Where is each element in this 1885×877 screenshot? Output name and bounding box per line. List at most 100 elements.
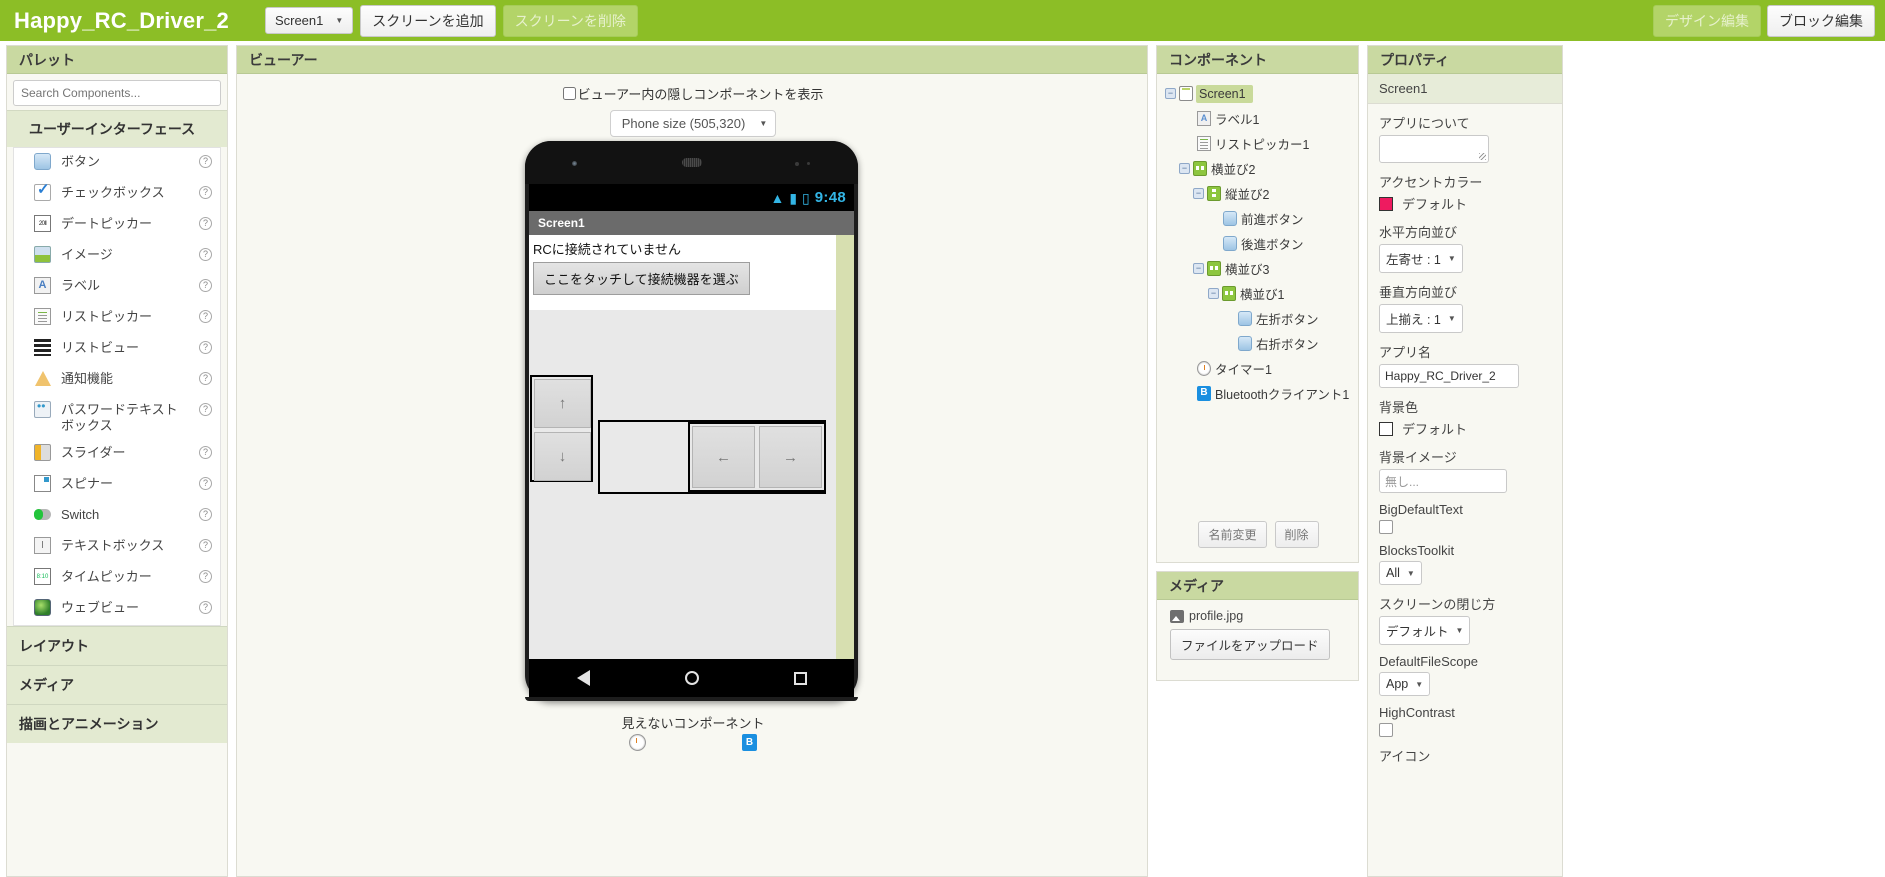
palette-item-image[interactable]: イメージ ? bbox=[14, 241, 220, 272]
screen-selector[interactable]: Screen1 ▼ bbox=[264, 7, 354, 34]
app-name-input[interactable] bbox=[1379, 364, 1519, 388]
search-input[interactable] bbox=[13, 80, 221, 106]
chevron-down-icon: ▼ bbox=[1406, 568, 1415, 578]
show-hidden-components-checkbox[interactable] bbox=[562, 87, 576, 100]
big-default-text-checkbox[interactable] bbox=[1379, 520, 1393, 534]
component-left-turn-button[interactable]: ← bbox=[692, 426, 755, 488]
tab-blocks[interactable]: ブロック編集 bbox=[1767, 4, 1875, 37]
component-vertical-arrangement2[interactable]: ↑ ↓ bbox=[530, 375, 593, 482]
clock-icon[interactable] bbox=[629, 734, 646, 751]
palette-category-media[interactable]: メディア bbox=[7, 665, 227, 704]
palette-category-layout[interactable]: レイアウト bbox=[7, 626, 227, 665]
upload-file-button[interactable]: ファイルをアップロード bbox=[1170, 629, 1330, 660]
tree-node-bluetooth-client1[interactable]: B Bluetoothクライアント1 bbox=[1161, 381, 1354, 406]
tree-node-horizontal-arrangement3[interactable]: − 横並び3 bbox=[1161, 256, 1354, 281]
prop-label-background-image: 背景イメージ bbox=[1379, 450, 1457, 465]
nav-back-icon[interactable] bbox=[576, 670, 590, 686]
help-icon[interactable]: ? bbox=[199, 570, 212, 583]
help-icon[interactable]: ? bbox=[199, 508, 212, 521]
palette-item-webview[interactable]: ウェブビュー ? bbox=[14, 594, 220, 625]
help-icon[interactable]: ? bbox=[199, 403, 212, 416]
component-forward-button[interactable]: ↑ bbox=[534, 379, 591, 428]
blocks-toolkit-select[interactable]: All ▼ bbox=[1379, 561, 1422, 585]
show-hidden-components-row[interactable]: ビューアー内の隠しコンポーネントを表示 bbox=[562, 84, 823, 103]
palette-item-datepicker[interactable]: 20ll デートピッカー ? bbox=[14, 210, 220, 241]
palette-item-textbox[interactable]: I テキストボックス ? bbox=[14, 532, 220, 563]
tree-node-forward-button[interactable]: 前進ボタン bbox=[1161, 206, 1354, 231]
component-horizontal-arrangement2[interactable]: ↑ ↓ ← → bbox=[529, 310, 836, 659]
palette-category-ui[interactable]: ユーザーインターフェース bbox=[7, 110, 227, 147]
phone-size-select[interactable]: Phone size (505,320) ▼ bbox=[609, 110, 777, 137]
collapse-toggle-icon[interactable]: − bbox=[1208, 288, 1219, 299]
nav-recent-icon[interactable] bbox=[793, 671, 807, 685]
vertical-align-select[interactable]: 上揃え : 1 ▼ bbox=[1379, 304, 1463, 333]
tree-node-screen1[interactable]: − Screen1 bbox=[1161, 81, 1354, 106]
tree-node-horizontal-arrangement2[interactable]: − 横並び2 bbox=[1161, 156, 1354, 181]
help-icon[interactable]: ? bbox=[199, 539, 212, 552]
palette-item-switch[interactable]: Switch ? bbox=[14, 501, 220, 532]
delete-button[interactable]: 削除 bbox=[1274, 521, 1319, 548]
tree-node-label1[interactable]: A ラベル1 bbox=[1161, 106, 1354, 131]
default-file-scope-select[interactable]: App ▼ bbox=[1379, 672, 1431, 696]
palette-item-checkbox[interactable]: チェックボックス ? bbox=[14, 179, 220, 210]
tree-node-listpicker1[interactable]: リストピッカー1 bbox=[1161, 131, 1354, 156]
prop-label-default-file-scope: DefaultFileScope bbox=[1379, 654, 1478, 669]
screen-canvas[interactable]: RCに接続されていません ここをタッチして接続機器を選ぶ ↑ ↓ ← → bbox=[529, 235, 854, 659]
tree-node-right-turn-button[interactable]: 右折ボタン bbox=[1161, 331, 1354, 356]
background-image-input[interactable] bbox=[1379, 469, 1507, 493]
tree-node-backward-button[interactable]: 後進ボタン bbox=[1161, 231, 1354, 256]
collapse-toggle-icon[interactable]: − bbox=[1165, 88, 1176, 99]
palette-item-label[interactable]: A ラベル ? bbox=[14, 272, 220, 303]
close-screen-animation-select[interactable]: デフォルト ▼ bbox=[1379, 616, 1471, 645]
palette-item-listpicker[interactable]: リストピッカー ? bbox=[14, 303, 220, 334]
palette-item-label: チェックボックス bbox=[61, 185, 165, 200]
tree-node-vertical-arrangement2[interactable]: − 縦並び2 bbox=[1161, 181, 1354, 206]
help-icon[interactable]: ? bbox=[199, 310, 212, 323]
collapse-toggle-icon[interactable]: − bbox=[1193, 188, 1204, 199]
camera-icon bbox=[572, 161, 577, 166]
help-icon[interactable]: ? bbox=[199, 279, 212, 292]
palette-item-timepicker[interactable]: 8:10 タイムピッカー ? bbox=[14, 563, 220, 594]
palette-item-button[interactable]: ボタン ? bbox=[14, 148, 220, 179]
accent-color-picker[interactable]: デフォルト bbox=[1379, 194, 1551, 213]
component-listpicker1[interactable]: ここをタッチして接続機器を選ぶ bbox=[533, 262, 750, 295]
bluetooth-icon[interactable]: B bbox=[742, 734, 757, 751]
help-icon[interactable]: ? bbox=[199, 155, 212, 168]
palette-item-spinner[interactable]: スピナー ? bbox=[14, 470, 220, 501]
prop-label-vertical-align: 垂直方向並び bbox=[1379, 285, 1458, 300]
help-icon[interactable]: ? bbox=[199, 217, 212, 230]
about-app-textarea[interactable] bbox=[1379, 135, 1489, 163]
help-icon[interactable]: ? bbox=[199, 248, 212, 261]
help-icon[interactable]: ? bbox=[199, 446, 212, 459]
nav-home-icon[interactable] bbox=[684, 671, 699, 685]
horizontal-align-select[interactable]: 左寄せ : 1 ▼ bbox=[1379, 244, 1463, 273]
rename-button[interactable]: 名前変更 bbox=[1198, 521, 1267, 548]
component-backward-button[interactable]: ↓ bbox=[534, 432, 591, 481]
palette-item-password-textbox[interactable]: パスワードテキストボックス ? bbox=[14, 396, 220, 439]
palette-category-drawing-animation[interactable]: 描画とアニメーション bbox=[7, 704, 227, 743]
background-color-picker[interactable]: デフォルト bbox=[1379, 419, 1551, 438]
component-horizontal-arrangement1[interactable]: ← → bbox=[688, 422, 826, 492]
add-screen-button[interactable]: スクリーンを追加 bbox=[360, 4, 496, 37]
help-icon[interactable]: ? bbox=[199, 186, 212, 199]
help-icon[interactable]: ? bbox=[199, 477, 212, 490]
vertical-align-value: 上揃え : 1 bbox=[1386, 313, 1441, 327]
help-icon[interactable]: ? bbox=[199, 341, 212, 354]
high-contrast-checkbox[interactable] bbox=[1379, 723, 1393, 737]
collapse-toggle-icon[interactable]: − bbox=[1179, 163, 1190, 174]
tab-designer[interactable]: デザイン編集 bbox=[1653, 4, 1761, 37]
tree-node-left-turn-button[interactable]: 左折ボタン bbox=[1161, 306, 1354, 331]
tree-node-horizontal-arrangement1[interactable]: − 横並び1 bbox=[1161, 281, 1354, 306]
help-icon[interactable]: ? bbox=[199, 601, 212, 614]
palette-item-notifier[interactable]: 通知機能 ? bbox=[14, 365, 220, 396]
tree-node-label: 左折ボタン bbox=[1256, 313, 1319, 327]
help-icon[interactable]: ? bbox=[199, 372, 212, 385]
component-right-turn-button[interactable]: → bbox=[759, 426, 822, 488]
palette-item-slider[interactable]: スライダー ? bbox=[14, 439, 220, 470]
component-label1[interactable]: RCに接続されていません bbox=[533, 239, 681, 258]
media-file-item[interactable]: profile.jpg bbox=[1170, 609, 1358, 623]
tree-node-clock1[interactable]: タイマー1 bbox=[1161, 356, 1354, 381]
palette-item-listview[interactable]: リストビュー ? bbox=[14, 334, 220, 365]
collapse-toggle-icon[interactable]: − bbox=[1193, 263, 1204, 274]
component-horizontal-arrangement3[interactable]: ← → bbox=[598, 420, 826, 494]
